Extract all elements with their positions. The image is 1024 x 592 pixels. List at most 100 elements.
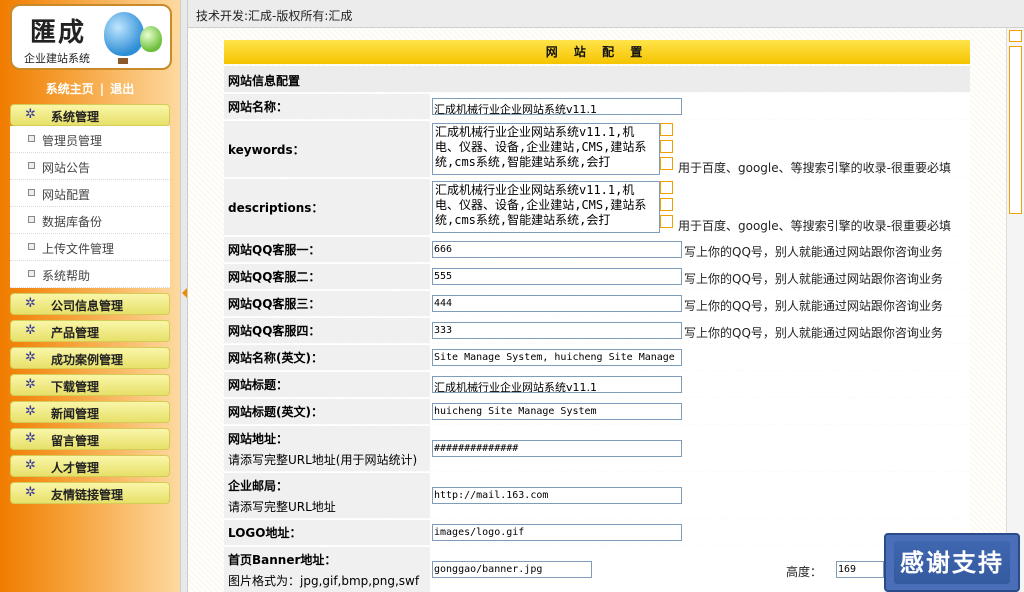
field-label: 网站QQ客服一： <box>228 243 321 257</box>
site-title-input[interactable]: 汇成机械行业企业网站系统v11.1 <box>432 376 682 393</box>
textarea-scrollbar[interactable] <box>660 181 674 233</box>
qq1-input[interactable]: 666 <box>432 241 682 258</box>
thanks-badge[interactable]: 感谢支持 <box>884 533 1020 592</box>
row-keywords: keywords： 汇成机械行业企业网站系统v11.1,机电、仪器、设备,企业建… <box>224 120 970 177</box>
field-label: 网站QQ客服四： <box>228 324 321 338</box>
system-submenu: 管理员管理 网站公告 网站配置 数据库备份 上传文件管理 系统帮助 <box>10 126 170 288</box>
sidebar-item-help[interactable]: 系统帮助 <box>10 261 170 288</box>
qq1-hint: 写上你的QQ号，别人就能通过网站跟你咨询业务 <box>684 245 943 259</box>
bullet-icon <box>28 243 35 250</box>
row-qq1: 网站QQ客服一： 666 写上你的QQ号，别人就能通过网站跟你咨询业务 <box>224 236 970 262</box>
row-qq4: 网站QQ客服四： 333 写上你的QQ号，别人就能通过网站跟你咨询业务 <box>224 317 970 343</box>
config-panel: 网 站 配 置 网站信息配置 网站名称： 汇成机械行业企业网站系统v11.1 k… <box>224 40 970 592</box>
sidebar-item-site-config[interactable]: 网站配置 <box>10 180 170 207</box>
gear-icon: ✲ <box>25 323 36 338</box>
sidebar-item-admins[interactable]: 管理员管理 <box>10 126 170 153</box>
group-system[interactable]: ✲ 系统管理 <box>10 104 170 126</box>
field-label: LOGO地址： <box>228 526 302 540</box>
field-label: 网站QQ客服三： <box>228 297 321 311</box>
group-news[interactable]: ✲ 新闻管理 <box>10 401 170 423</box>
field-label: descriptions： <box>228 200 324 215</box>
row-site-name-en: 网站名称(英文)： Site Manage System, huicheng S… <box>224 344 970 370</box>
qq2-hint: 写上你的QQ号，别人就能通过网站跟你咨询业务 <box>684 272 943 286</box>
small-balloon-icon <box>140 26 162 52</box>
copyright-text: 技术开发:汇成-版权所有:汇成 <box>196 9 353 23</box>
site-url-input[interactable]: ############## <box>432 440 682 457</box>
field-label: 网站名称： <box>228 100 289 114</box>
field-note: 请添写完整URL地址(用于网站统计) <box>228 452 418 467</box>
descriptions-textarea[interactable]: 汇成机械行业企业网站系统v11.1,机电、仪器、设备,企业建站,CMS,建站系统… <box>432 181 660 233</box>
balloon-icon <box>104 12 144 56</box>
site-name-input[interactable]: 汇成机械行业企业网站系统v11.1 <box>432 98 682 115</box>
row-site-title: 网站标题： 汇成机械行业企业网站系统v11.1 <box>224 371 970 397</box>
textarea-scrollbar[interactable] <box>660 123 674 175</box>
sidebar-item-db-backup[interactable]: 数据库备份 <box>10 207 170 234</box>
site-logo: 匯成 企业建站系统 <box>10 4 172 70</box>
qq4-input[interactable]: 333 <box>432 322 682 339</box>
collapse-arrow-icon[interactable] <box>182 288 187 298</box>
field-label: 网站地址： <box>228 431 289 446</box>
group-products[interactable]: ✲ 产品管理 <box>10 320 170 342</box>
site-title-en-input[interactable]: huicheng Site Manage System <box>432 403 682 420</box>
qq4-hint: 写上你的QQ号，别人就能通过网站跟你咨询业务 <box>684 326 943 340</box>
banner-input[interactable]: gonggao/banner.jpg <box>432 561 592 578</box>
keywords-textarea[interactable]: 汇成机械行业企业网站系统v11.1,机电、仪器、设备,企业建站,CMS,建站系统… <box>432 123 660 175</box>
frame-splitter[interactable] <box>180 0 188 592</box>
row-banner: 首页Banner地址： 图片格式为：jpg,gif,bmp,png,swf go… <box>224 546 970 592</box>
field-note: 图片格式为：jpg,gif,bmp,png,swf <box>228 573 420 588</box>
qq3-input[interactable]: 444 <box>432 295 682 312</box>
qq3-hint: 写上你的QQ号，别人就能通过网站跟你咨询业务 <box>684 299 943 313</box>
qq2-input[interactable]: 555 <box>432 268 682 285</box>
field-label: 网站名称(英文)： <box>228 351 323 365</box>
logo-input[interactable]: images/logo.gif <box>432 524 682 541</box>
row-logo: LOGO地址： images/logo.gif <box>224 519 970 545</box>
field-label: keywords： <box>228 142 305 157</box>
field-note: 请添写完整URL地址 <box>228 499 336 514</box>
nav-separator: | <box>99 82 105 96</box>
scroll-up-button[interactable] <box>1009 30 1022 42</box>
site-name-en-input[interactable]: Site Manage System, huicheng Site Manage… <box>432 349 682 366</box>
gear-icon: ✲ <box>25 350 36 365</box>
banner-height-input[interactable]: 169 <box>836 561 884 578</box>
sidebar-item-upload-files[interactable]: 上传文件管理 <box>10 234 170 261</box>
gear-icon: ✲ <box>25 485 36 500</box>
section-heading: 网站信息配置 <box>224 66 970 92</box>
scroll-thumb[interactable] <box>1009 46 1022 214</box>
descriptions-hint: 用于百度、google、等搜索引擎的收录-很重要必填 <box>678 219 951 233</box>
group-links[interactable]: ✲ 友情链接管理 <box>10 482 170 504</box>
group-messages[interactable]: ✲ 留言管理 <box>10 428 170 450</box>
group-talent[interactable]: ✲ 人才管理 <box>10 455 170 477</box>
bullet-icon <box>28 135 35 142</box>
row-descriptions: descriptions： 汇成机械行业企业网站系统v11.1,机电、仪器、设备… <box>224 178 970 235</box>
email-input[interactable]: http://mail.163.com <box>432 487 682 504</box>
row-site-url: 网站地址： 请添写完整URL地址(用于网站统计) ############## <box>224 425 970 471</box>
bullet-icon <box>28 162 35 169</box>
row-qq3: 网站QQ客服三： 444 写上你的QQ号，别人就能通过网站跟你咨询业务 <box>224 290 970 316</box>
thanks-text: 感谢支持 <box>894 541 1010 584</box>
logo-subtitle: 企业建站系统 <box>24 52 90 65</box>
bullet-icon <box>28 216 35 223</box>
keywords-hint: 用于百度、google、等搜索引擎的收录-很重要必填 <box>678 161 951 175</box>
gear-icon: ✲ <box>25 377 36 392</box>
gear-icon: ✲ <box>25 431 36 446</box>
page-scrollbar[interactable] <box>1006 28 1024 592</box>
gear-icon: ✲ <box>25 458 36 473</box>
field-label: 企业邮局： <box>228 478 289 493</box>
field-label: 网站标题(英文)： <box>228 405 323 419</box>
panel-title: 网 站 配 置 <box>224 40 970 64</box>
row-site-name: 网站名称： 汇成机械行业企业网站系统v11.1 <box>224 93 970 119</box>
group-company-info[interactable]: ✲ 公司信息管理 <box>10 293 170 315</box>
main-content: 网 站 配 置 网站信息配置 网站名称： 汇成机械行业企业网站系统v11.1 k… <box>188 28 1006 592</box>
group-cases[interactable]: ✲ 成功案例管理 <box>10 347 170 369</box>
bullet-icon <box>28 189 35 196</box>
row-site-title-en: 网站标题(英文)： huicheng Site Manage System <box>224 398 970 424</box>
group-downloads[interactable]: ✲ 下载管理 <box>10 374 170 396</box>
top-bar: 技术开发:汇成-版权所有:汇成 <box>188 0 1024 28</box>
sidebar-item-announcement[interactable]: 网站公告 <box>10 153 170 180</box>
gear-icon: ✲ <box>25 404 36 419</box>
logo-title: 匯成 <box>30 18 87 48</box>
home-link[interactable]: 系统主页 <box>46 82 94 96</box>
banner-height-label: 高度： <box>786 565 823 579</box>
bullet-icon <box>28 270 35 277</box>
logout-link[interactable]: 退出 <box>110 82 134 96</box>
